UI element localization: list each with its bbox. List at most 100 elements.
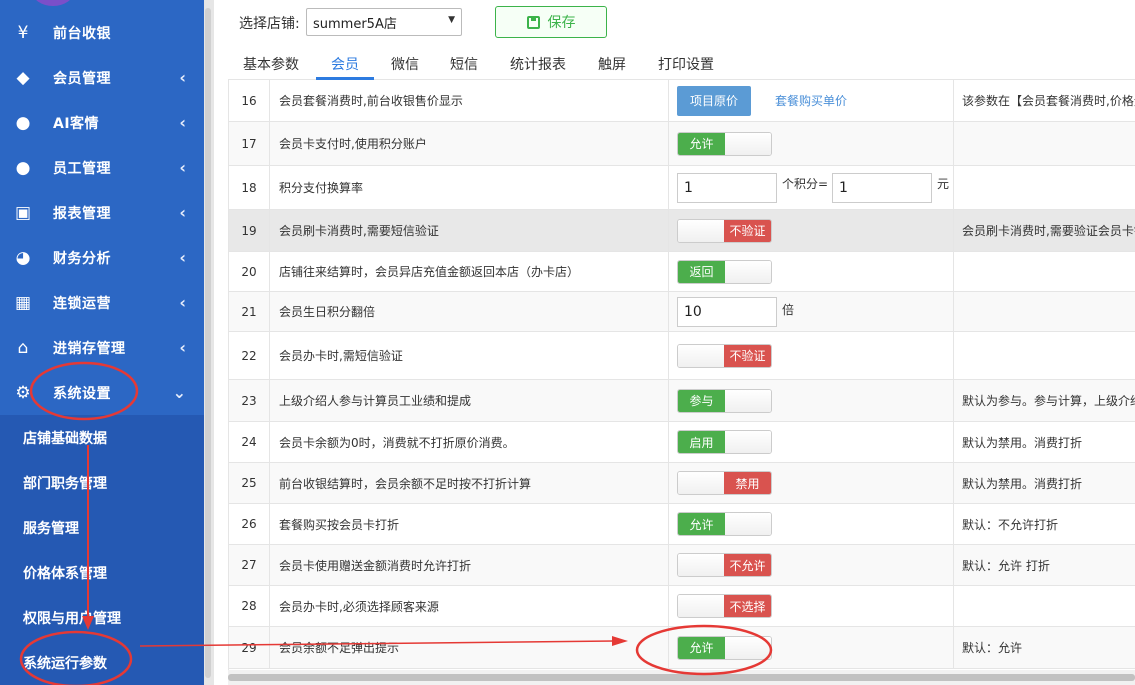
table-row: 28 会员办卡时,必须选择顾客来源 不选择 [229,586,1135,627]
row-control: 允许 [669,122,954,165]
row-number: 21 [229,292,270,331]
row-number: 17 [229,122,270,165]
toggle-switch[interactable]: 启用 [677,430,772,454]
unit-label: 倍 [782,303,795,317]
submenu-item-2[interactable]: 服务管理 [0,505,204,550]
row-note: 默认为参与。参与计算，上级介绍 [962,394,1135,408]
row-note: 默认为禁用。消费打折 [962,435,1083,450]
sidebar-item-label: 前台收银 [53,25,111,42]
sidebar-submenu: 店铺基础数据 部门职务管理 服务管理 价格体系管理 权限与用户管理 系统运行参数 [0,415,204,685]
unit-label: 元 [936,177,949,191]
table-row: 26 套餐购买按会员卡打折 允许 默认：不允许打折 [229,504,1135,545]
sidebar-item-label: 报表管理 [53,205,111,222]
package-unit-price-link[interactable]: 套餐购买单价 [775,92,847,109]
tab-print-settings[interactable]: 打印设置 [658,54,714,74]
tab-sms[interactable]: 短信 [450,54,478,74]
toggle-on-label: 参与 [678,389,725,412]
row-number: 18 [229,166,270,209]
toggle-switch[interactable]: 不验证 [677,218,772,243]
row-setting-name: 会员卡使用赠送金额消费时允许打折 [270,545,669,585]
chevron-left-icon: ‹ [179,68,186,87]
toggle-on-label: 允许 [678,513,725,535]
table-row: 29 会员余额不足弹出提示 允许 默认：允许 [229,627,1135,669]
row-number: 25 [229,463,270,503]
avatar[interactable] [32,0,74,6]
settings-table: 16 会员套餐消费时,前台收银售价显示 项目原价 套餐购买单价 该参数在【会员套餐消费时… [228,80,1135,670]
row-number: 26 [229,504,270,544]
tab-touchscreen[interactable]: 触屏 [598,54,626,74]
toggle-knob [678,472,724,494]
tab-basic-params[interactable]: 基本参数 [243,54,299,74]
row-number: 27 [229,545,270,585]
submenu-item-0[interactable]: 店铺基础数据 [0,415,204,460]
tab-member[interactable]: 会员 [331,54,359,74]
save-button-label: 保存 [547,15,576,31]
row-number: 22 [229,332,270,379]
save-disk-icon [526,15,540,29]
chevron-left-icon: ‹ [179,293,186,312]
points-equal-label: 个积分= [781,177,829,191]
sidebar-item-4[interactable]: ▣ 报表管理 ‹ [0,190,204,235]
tab-reports[interactable]: 统计报表 [510,54,566,74]
toggle-switch[interactable]: 允许 [677,131,772,156]
submenu-item-1[interactable]: 部门职务管理 [0,460,204,505]
toggle-switch[interactable]: 不选择 [677,594,772,618]
store-select[interactable]: summer5A店 ▼ [306,8,462,36]
diamond-icon: ◆ [16,67,30,88]
sidebar-item-3[interactable]: ● 员工管理 ‹ [0,145,204,190]
row-note [954,122,1135,165]
submenu-item-3[interactable]: 价格体系管理 [0,550,204,595]
sidebar-item-2[interactable]: ● AI客情 ‹ [0,100,204,145]
row-number: 23 [229,380,270,421]
toggle-switch[interactable]: 允许 [677,512,772,536]
sidebar-item-6[interactable]: ▦ 连锁运营 ‹ [0,280,204,325]
toggle-on-label: 返回 [678,260,725,283]
sidebar-scrollbar-thumb[interactable] [205,8,211,678]
store-select-label: 选择店铺: [239,16,300,32]
sidebar-item-label: 进销存管理 [53,340,126,357]
table-row: 18 积分支付换算率 1 个积分= 1 元 [229,166,1135,210]
sidebar-item-1[interactable]: ◆ 会员管理 ‹ [0,55,204,100]
tab-wechat[interactable]: 微信 [391,54,419,74]
submenu-item-5[interactable]: 系统运行参数 [0,640,204,685]
sidebar-item-label: 财务分析 [53,250,111,267]
row-note: 默认：允许 打折 [962,558,1050,573]
row-control: 返回 [669,252,954,291]
table-row: 23 上级介绍人参与计算员工业绩和提成 参与 默认为参与。参与计算，上级介绍 [229,380,1135,422]
toggle-switch[interactable]: 参与 [677,388,772,413]
save-button[interactable]: 保存 [495,6,607,38]
table-row: 17 会员卡支付时,使用积分账户 允许 [229,122,1135,166]
toggle-switch[interactable]: 不验证 [677,343,772,368]
multiplier-input[interactable]: 10 [677,296,777,327]
table-row: 21 会员生日积分翻倍 10 倍 [229,292,1135,332]
toggle-off-label: 不验证 [724,344,771,367]
row-control: 不允许 [669,545,954,585]
yuan-input[interactable]: 1 [832,172,932,203]
row-control: 禁用 [669,463,954,503]
toggle-switch[interactable]: 不允许 [677,553,772,577]
toggle-switch[interactable]: 返回 [677,259,772,284]
chevron-left-icon: ‹ [179,113,186,132]
sidebar-item-8[interactable]: ⚙ 系统设置 ⌄ [0,370,204,415]
toggle-knob [725,260,771,283]
original-price-button[interactable]: 项目原价 [677,85,751,116]
toggle-switch[interactable]: 允许 [677,635,772,660]
toggle-knob [678,344,724,367]
row-note: 会员刷卡消费时,需要验证会员卡钱 [962,224,1135,238]
row-note [954,166,1135,209]
table-horizontal-scrollbar[interactable] [228,670,1135,685]
toggle-switch[interactable]: 禁用 [677,471,772,495]
row-setting-name: 上级介绍人参与计算员工业绩和提成 [270,380,669,421]
row-number: 28 [229,586,270,626]
sidebar: ¥ 前台收银 ◆ 会员管理 ‹ ● AI客情 ‹ ● 员工管理 ‹ ▣ 报表管理 ‹ ◕ 财务分析 ‹ ▦ 连锁运营… [0,0,204,685]
table-row: 25 前台收银结算时，会员余额不足时按不打折计算 禁用 默认为禁用。消费打折 [229,463,1135,504]
sidebar-item-7[interactable]: ⌂ 进销存管理 ‹ [0,325,204,370]
toggle-on-label: 启用 [678,431,725,453]
submenu-item-4[interactable]: 权限与用户管理 [0,595,204,640]
sidebar-item-5[interactable]: ◕ 财务分析 ‹ [0,235,204,280]
table-scrollbar-thumb[interactable] [228,674,1135,681]
sidebar-item-0[interactable]: ¥ 前台收银 [0,10,204,55]
row-control: 启用 [669,422,954,462]
points-input[interactable]: 1 [677,172,777,203]
row-control: 允许 [669,504,954,544]
